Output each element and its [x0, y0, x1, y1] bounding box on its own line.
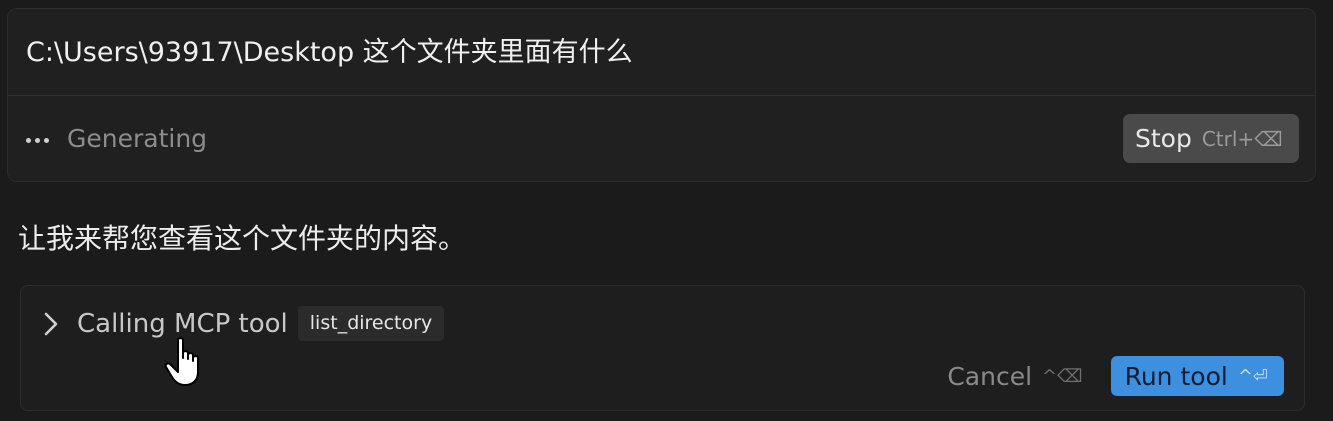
cancel-button[interactable]: Cancel ^⌫ [947, 362, 1082, 391]
generating-status: Generating [26, 123, 207, 155]
chat-panel: C:\Users\93917\Desktop 这个文件夹里面有什么 Genera… [0, 0, 1333, 421]
user-prompt-text: C:\Users\93917\Desktop 这个文件夹里面有什么 [26, 37, 633, 68]
stop-button-label: Stop [1135, 124, 1192, 153]
tool-call-card: Calling MCP tool list_directory Cancel ^… [20, 285, 1305, 411]
tool-name-chip: list_directory [297, 306, 445, 341]
divider [8, 95, 1315, 96]
assistant-message: 让我来帮您查看这个文件夹的内容。 [18, 222, 467, 255]
cancel-button-label: Cancel [947, 361, 1033, 391]
ellipsis-icon [26, 137, 49, 143]
stop-shortcut-hint: Ctrl+⌫ [1201, 126, 1283, 151]
run-tool-button[interactable]: Run tool ^⏎ [1110, 356, 1284, 396]
status-text: Generating [67, 124, 208, 153]
chevron-right-icon[interactable] [41, 310, 61, 338]
cancel-shortcut-hint: ^⌫ [1042, 365, 1083, 387]
user-prompt-card: C:\Users\93917\Desktop 这个文件夹里面有什么 Genera… [7, 8, 1316, 182]
run-tool-shortcut-hint: ^⏎ [1237, 365, 1268, 387]
tool-call-header[interactable]: Calling MCP tool list_directory [41, 306, 445, 341]
tool-actions: Cancel ^⌫ Run tool ^⏎ [947, 356, 1284, 396]
stop-button[interactable]: Stop Ctrl+⌫ [1123, 114, 1299, 163]
run-tool-label: Run tool [1124, 361, 1228, 391]
hand-cursor-icon [164, 337, 199, 386]
